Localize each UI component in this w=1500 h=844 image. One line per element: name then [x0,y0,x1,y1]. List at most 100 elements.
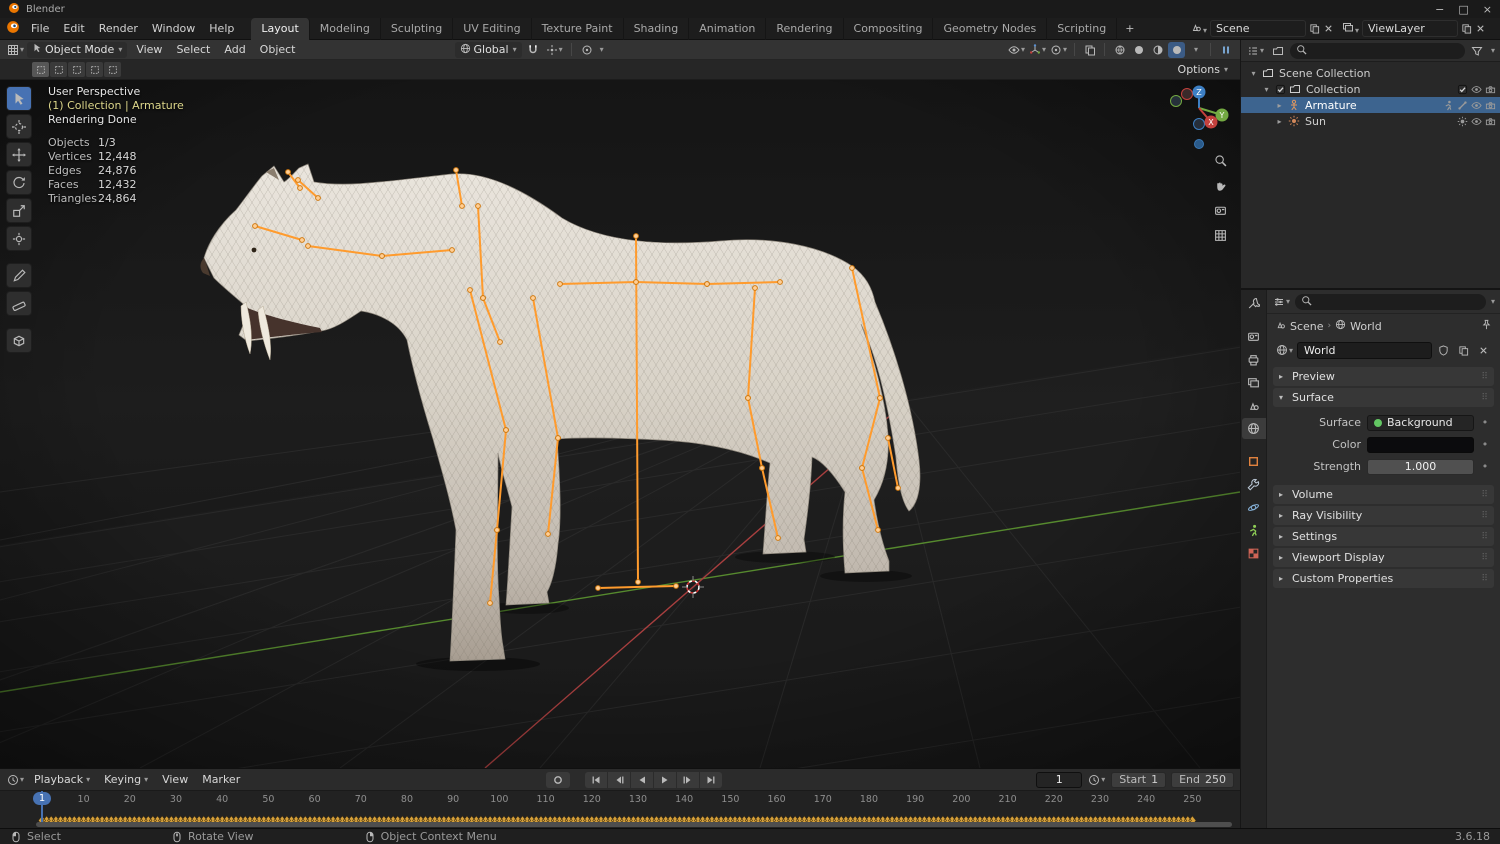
workspace-tab-sculpting[interactable]: Sculpting [381,17,454,40]
outliner-search-input[interactable] [1290,42,1465,59]
properties-tab-scene[interactable] [1242,395,1266,416]
orientation-dropdown[interactable]: Global ▾ [454,41,522,58]
panel-header-viewport-display[interactable]: ▸ Viewport Display ⠿ [1273,548,1494,567]
viewport-menu-add[interactable]: Add [217,41,252,58]
minimize-button[interactable]: − [1435,3,1444,16]
properties-tab-render[interactable] [1242,326,1266,347]
properties-tab-object[interactable] [1242,451,1266,472]
timeline-menu-marker[interactable]: Marker [195,771,247,788]
properties-options-dropdown[interactable]: ▾ [1491,297,1495,306]
menu-help[interactable]: Help [202,20,241,37]
menu-window[interactable]: Window [145,20,202,37]
browse-world-dropdown[interactable]: ▾ [1275,342,1294,358]
toggle-ortho-button[interactable] [1208,223,1232,247]
eye-toggle[interactable] [1471,116,1482,127]
select-mode-new[interactable] [32,62,49,77]
keying-set-dropdown[interactable]: ▾ [1087,772,1106,788]
pose-toggle[interactable] [1443,100,1454,111]
auto-keying-toggle[interactable] [546,771,570,788]
camera-toggle[interactable] [1485,100,1496,111]
mode-dropdown[interactable]: Object Mode ▾ [27,41,128,58]
disclosure-triangle-icon[interactable]: ▸ [1274,117,1285,126]
workspace-tab-animation[interactable]: Animation [689,17,767,40]
camera-view-button[interactable] [1208,198,1232,222]
start-frame-field[interactable]: Start 1 [1111,771,1167,788]
properties-tab-data[interactable] [1242,520,1266,541]
snap-toggle[interactable] [525,42,542,58]
gizmo-axis-neg-z[interactable] [1193,118,1205,130]
timeline-scrollbar[interactable] [36,822,1232,827]
gizmo-axis-neg-y[interactable] [1170,95,1182,107]
workspace-tab-layout[interactable]: Layout [251,17,310,40]
play-button[interactable] [654,771,676,788]
properties-tab-texture[interactable] [1242,543,1266,564]
panel-header-surface[interactable]: ▾ Surface ⠿ [1273,388,1494,407]
properties-search-input[interactable] [1295,293,1486,310]
panel-drag-dots[interactable]: ⠿ [1481,574,1488,584]
fake-user-toggle[interactable] [1435,342,1452,358]
eye-toggle[interactable] [1471,100,1482,111]
workspace-tab-shading[interactable]: Shading [624,17,690,40]
eye-toggle[interactable] [1471,84,1482,95]
tool-cursor[interactable] [6,114,32,139]
viewport-menu-select[interactable]: Select [169,41,217,58]
workspace-tab-geometry-nodes[interactable]: Geometry Nodes [933,17,1048,40]
outliner-row-scene-collection[interactable]: ▾ Scene Collection [1241,65,1500,81]
timeline-ruler[interactable]: 10 20 30 40 50 60 70 80 90 100 110 120 130 140 150 160 1… [0,791,1240,829]
tool-add-cube[interactable] [6,328,32,353]
app-menu-button[interactable] [6,20,20,37]
select-mode-extend[interactable] [50,62,67,77]
shading-material[interactable] [1149,42,1166,58]
tool-scale[interactable] [6,198,32,223]
new-viewlayer-button[interactable] [1461,23,1472,34]
prev-keyframe-button[interactable] [608,771,630,788]
outliner-filter-dropdown[interactable]: ▾ [1491,46,1495,55]
timeline-menu-playback[interactable]: Playback ▾ [27,771,97,788]
viewlayer-name-field[interactable]: ViewLayer [1362,20,1458,37]
properties-tab-view-layer[interactable] [1242,372,1266,393]
show-object-types[interactable]: ▾ [1007,42,1026,58]
options-dropdown[interactable]: Options ▾ [1174,63,1232,76]
properties-editor-type-button[interactable]: ▾ [1272,294,1291,310]
jump-end-button[interactable] [700,771,722,788]
outliner-row-armature[interactable]: ▸ Armature [1241,97,1500,113]
toggle-xray[interactable] [1081,42,1098,58]
world-color-swatch[interactable] [1367,436,1474,453]
disclosure-triangle-icon[interactable]: ▾ [1261,85,1272,94]
camera-toggle[interactable] [1485,84,1496,95]
outliner-editor-type-button[interactable]: ▾ [1246,43,1265,59]
viewport-menu-view[interactable]: View [129,41,169,58]
breadcrumb-world[interactable]: World [1350,320,1382,333]
timeline-menu-view[interactable]: View [155,771,195,788]
remove-viewlayer-button[interactable] [1475,23,1486,34]
surface-type-button[interactable]: Background [1367,414,1474,431]
playhead-frame-badge[interactable]: 1 [33,792,51,805]
outliner-row-sun[interactable]: ▸ Sun [1241,113,1500,129]
menu-edit[interactable]: Edit [56,20,91,37]
panel-header-ray-visibility[interactable]: ▸ Ray Visibility ⠿ [1273,506,1494,525]
menu-file[interactable]: File [24,20,56,37]
unlink-world-button[interactable] [1475,342,1492,358]
new-world-button[interactable] [1455,342,1472,358]
breadcrumb-scene[interactable]: Scene [1290,320,1324,333]
timeline-menu-keying[interactable]: Keying ▾ [97,771,155,788]
tool-measure[interactable] [6,291,32,316]
workspace-tab-scripting[interactable]: Scripting [1047,17,1118,40]
gizmo-axis-neg-x[interactable] [1181,88,1193,100]
panel-drag-dots[interactable]: ⠿ [1481,553,1488,563]
disclosure-triangle-icon[interactable]: ▸ [1274,101,1285,110]
shading-solid[interactable] [1130,42,1147,58]
select-mode-invert[interactable] [86,62,103,77]
pause-render-button[interactable] [1217,42,1234,58]
properties-tab-output[interactable] [1242,349,1266,370]
menu-render[interactable]: Render [92,20,145,37]
properties-tab-physics[interactable] [1242,497,1266,518]
panel-header-custom-properties[interactable]: ▸ Custom Properties ⠿ [1273,569,1494,588]
zoom-button[interactable] [1208,148,1232,172]
overlays-toggle[interactable]: ▾ [1049,42,1068,58]
next-keyframe-button[interactable] [677,771,699,788]
workspace-tab-uv-editing[interactable]: UV Editing [453,17,532,40]
workspace-tab-rendering[interactable]: Rendering [766,17,844,40]
gizmos-toggle[interactable]: ▾ [1028,42,1047,58]
viewport-scene[interactable]: Z Y X [0,40,1240,768]
